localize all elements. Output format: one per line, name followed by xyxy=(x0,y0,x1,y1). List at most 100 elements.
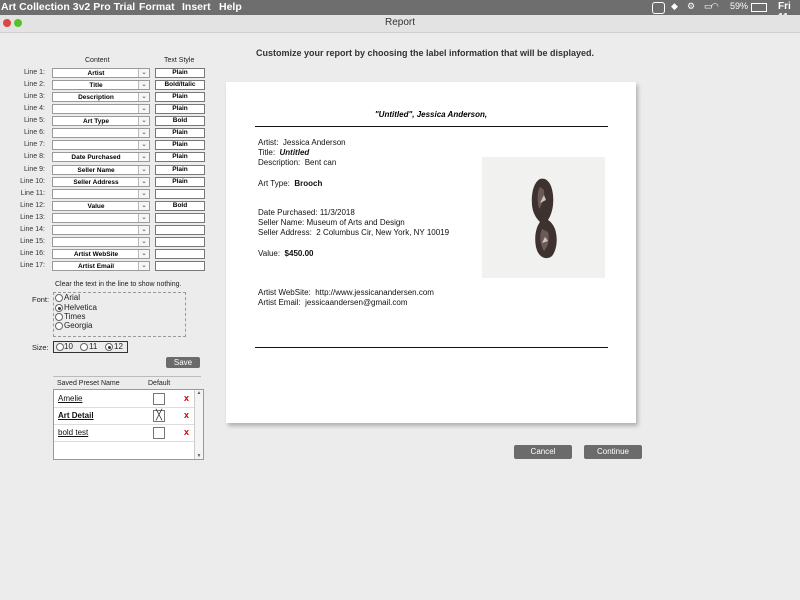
battery-icon[interactable] xyxy=(751,3,767,12)
chevron-down-icon[interactable]: ⌄ xyxy=(138,250,149,258)
line-style-field[interactable]: Plain xyxy=(155,92,205,102)
chevron-down-icon[interactable]: ⌄ xyxy=(138,117,149,125)
report-date-line: Date Purchased: 11/3/2018 xyxy=(258,208,355,217)
preset-row[interactable]: bold test x xyxy=(54,425,194,442)
report-preview: "Untitled", Jessica Anderson, Artist: Je… xyxy=(226,82,636,423)
line-style-field[interactable]: Plain xyxy=(155,140,205,150)
line-style-field[interactable]: Bold xyxy=(155,116,205,126)
presets-table: ▲ ▼ Amelie x Art Detail ╳ x bold test x xyxy=(53,389,204,460)
delete-icon[interactable]: x xyxy=(184,427,189,437)
line-content-combo[interactable]: ⌄ xyxy=(52,213,150,223)
chevron-down-icon[interactable]: ⌄ xyxy=(138,226,149,234)
size-radio-11[interactable] xyxy=(80,343,88,351)
line-style-field[interactable] xyxy=(155,261,205,271)
line-label: Line 8: xyxy=(23,153,45,160)
line-label: Line 15: xyxy=(20,238,45,245)
preset-name-link[interactable]: Art Detail xyxy=(58,411,94,420)
line-style-field[interactable]: Bold xyxy=(155,201,205,211)
preset-default-checkbox[interactable]: ╳ xyxy=(153,410,165,422)
line-label: Line 9: xyxy=(23,166,45,173)
line-style-field[interactable]: Plain xyxy=(155,68,205,78)
report-address-line: Seller Address: 2 Columbus Cir, New York… xyxy=(258,228,450,237)
size-radio-10[interactable] xyxy=(56,343,64,351)
font-radio-times[interactable] xyxy=(55,313,63,321)
notification-icon[interactable] xyxy=(652,2,665,14)
delete-icon[interactable]: x xyxy=(184,410,189,420)
line-content-combo[interactable]: Date Purchased ⌄ xyxy=(52,152,150,162)
chevron-down-icon[interactable]: ⌄ xyxy=(138,262,149,270)
line-style-field[interactable] xyxy=(155,225,205,235)
menu-format[interactable]: Format xyxy=(139,1,175,13)
preset-row[interactable]: Art Detail ╳ x xyxy=(54,408,194,425)
chevron-down-icon[interactable]: ⌄ xyxy=(138,129,149,137)
chevron-down-icon[interactable]: ⌄ xyxy=(138,166,149,174)
gear-icon[interactable]: ⚙ xyxy=(687,1,695,12)
chevron-down-icon[interactable]: ⌄ xyxy=(138,178,149,186)
line-label: Line 6: xyxy=(23,129,45,136)
line-style-field[interactable]: Plain xyxy=(155,128,205,138)
line-content-combo[interactable]: Artist ⌄ xyxy=(52,68,150,78)
continue-button[interactable]: Continue xyxy=(584,445,642,459)
line-content-combo[interactable]: ⌄ xyxy=(52,140,150,150)
chevron-down-icon[interactable]: ⌄ xyxy=(138,153,149,161)
preset-name-link[interactable]: Amelie xyxy=(58,394,82,403)
preset-default-checkbox[interactable] xyxy=(153,393,165,405)
line-content-combo[interactable]: Seller Name ⌄ xyxy=(52,165,150,175)
line-style-field[interactable]: Plain xyxy=(155,165,205,175)
chevron-down-icon[interactable]: ⌄ xyxy=(138,190,149,198)
dropbox-icon[interactable]: ◆ xyxy=(671,1,678,12)
line-style-field[interactable]: Plain xyxy=(155,152,205,162)
presets-scrollbar[interactable]: ▲ ▼ xyxy=(194,390,203,459)
line-content-combo[interactable]: ⌄ xyxy=(52,189,150,199)
chevron-down-icon[interactable]: ⌄ xyxy=(138,105,149,113)
line-style-field[interactable]: Plain xyxy=(155,104,205,114)
line-content-combo[interactable]: Artist WebSite ⌄ xyxy=(52,249,150,259)
font-radio-helvetica[interactable] xyxy=(55,304,63,312)
line-label: Line 14: xyxy=(20,226,45,233)
line-content-combo[interactable]: Artist Email ⌄ xyxy=(52,261,150,271)
line-content-combo[interactable]: Value ⌄ xyxy=(52,201,150,211)
scroll-up-icon[interactable]: ▲ xyxy=(195,390,203,396)
font-radio-arial[interactable] xyxy=(55,294,63,302)
line-style-field[interactable]: Bold/Italic xyxy=(155,80,205,90)
line-content-combo[interactable]: Title ⌄ xyxy=(52,80,150,90)
line-style-field[interactable]: Plain xyxy=(155,177,205,187)
line-style-field[interactable] xyxy=(155,249,205,259)
line-style-field[interactable] xyxy=(155,213,205,223)
line-content-combo[interactable]: ⌄ xyxy=(52,128,150,138)
line-content-combo[interactable]: ⌄ xyxy=(52,104,150,114)
menu-help[interactable]: Help xyxy=(219,1,242,13)
chevron-down-icon[interactable]: ⌄ xyxy=(138,238,149,246)
line-content-combo[interactable]: Description ⌄ xyxy=(52,92,150,102)
chevron-down-icon[interactable]: ⌄ xyxy=(138,69,149,77)
line-style-field[interactable] xyxy=(155,189,205,199)
chevron-down-icon[interactable]: ⌄ xyxy=(138,202,149,210)
preset-name-link[interactable]: bold test xyxy=(58,428,88,437)
line-content-value: Title xyxy=(89,82,103,89)
delete-icon[interactable]: x xyxy=(184,393,189,403)
menu-insert[interactable]: Insert xyxy=(182,1,211,13)
line-content-combo[interactable]: Seller Address ⌄ xyxy=(52,177,150,187)
line-style-field[interactable] xyxy=(155,237,205,247)
line-content-value: Description xyxy=(78,94,114,101)
scroll-down-icon[interactable]: ▼ xyxy=(195,453,203,459)
chevron-down-icon[interactable]: ⌄ xyxy=(138,141,149,149)
line-label: Line 1: xyxy=(23,69,45,76)
chevron-down-icon[interactable]: ⌄ xyxy=(138,81,149,89)
line-label: Line 12: xyxy=(20,202,45,209)
window-titlebar: Report xyxy=(0,15,800,33)
cancel-button[interactable]: Cancel xyxy=(514,445,572,459)
preset-default-checkbox[interactable] xyxy=(153,427,165,439)
line-content-combo[interactable]: ⌄ xyxy=(52,225,150,235)
size-radio-12[interactable] xyxy=(105,343,113,351)
chevron-down-icon[interactable]: ⌄ xyxy=(138,214,149,222)
font-radio-georgia[interactable] xyxy=(55,322,63,330)
line-content-combo[interactable]: ⌄ xyxy=(52,237,150,247)
wifi-icon[interactable]: ◠ xyxy=(711,1,719,12)
line-content-value: Value xyxy=(87,203,105,210)
save-button[interactable]: Save xyxy=(166,357,200,368)
preset-row[interactable]: Amelie x xyxy=(54,391,194,408)
app-menu[interactable]: Art Collection 3v2 Pro Trial xyxy=(1,1,135,13)
chevron-down-icon[interactable]: ⌄ xyxy=(138,93,149,101)
line-content-combo[interactable]: Art Type ⌄ xyxy=(52,116,150,126)
